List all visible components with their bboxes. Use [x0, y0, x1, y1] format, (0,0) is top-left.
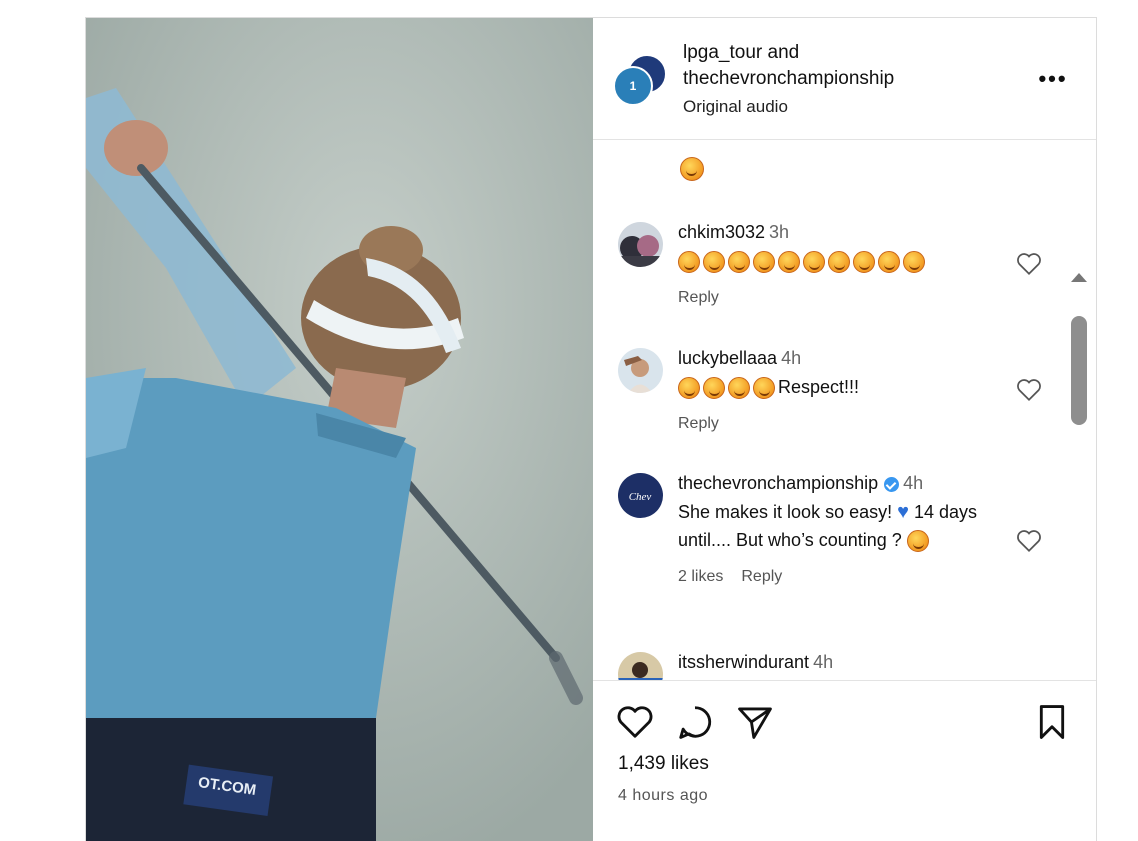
likes-count[interactable]: 1,439 likes: [618, 753, 709, 775]
comment-text: Respect!!!: [678, 373, 1008, 401]
comment-username[interactable]: luckybellaaa: [678, 348, 777, 368]
comment-avatar[interactable]: [618, 652, 663, 680]
post-authors: lpga_tour and thechevronchampionship: [683, 40, 894, 92]
scroll-up-arrow-icon[interactable]: [1071, 273, 1087, 282]
collaborator-username[interactable]: thechevronchampionship: [683, 68, 894, 89]
reply-button[interactable]: Reply: [678, 289, 719, 306]
star-struck-icon: [728, 251, 750, 274]
comment-avatar[interactable]: [618, 348, 663, 393]
star-struck-icon: [828, 251, 850, 274]
comment-username[interactable]: thechevronchampionship: [678, 473, 878, 493]
comments-list[interactable]: chkim3032 3h Reply luckybellaaa 4h Respect…: [593, 140, 1096, 680]
post-timestamp[interactable]: 4 hours ago: [618, 787, 708, 805]
audio-label[interactable]: Original audio: [683, 97, 788, 117]
comment-time[interactable]: 3h: [769, 222, 789, 242]
comment-time[interactable]: 4h: [813, 652, 833, 672]
like-comment-heart-icon[interactable]: [1016, 529, 1042, 553]
like-comment-heart-icon[interactable]: [1016, 252, 1042, 276]
collab-avatars[interactable]: 1: [613, 54, 667, 108]
save-bookmark-icon[interactable]: [1033, 703, 1071, 741]
comment-text-value: Respect!!!: [778, 377, 860, 397]
owner-username[interactable]: lpga_tour: [683, 42, 762, 63]
grinning-sweat-emoji-icon: [906, 530, 929, 553]
star-struck-icon: [878, 251, 900, 274]
comment-username[interactable]: itssherwindurant: [678, 652, 809, 672]
reply-button[interactable]: Reply: [678, 415, 719, 432]
star-struck-icon: [903, 251, 925, 274]
more-options-icon[interactable]: •••: [1033, 64, 1073, 94]
comment-avatar[interactable]: Chev: [618, 473, 663, 518]
reply-button[interactable]: Reply: [741, 568, 782, 585]
post-side-panel: 1 lpga_tour and thechevronchampionship O…: [593, 18, 1096, 841]
star-struck-icon: [778, 251, 800, 274]
star-struck-icon: [753, 251, 775, 274]
star-struck-icon: [678, 251, 700, 274]
post-header: 1 lpga_tour and thechevronchampionship O…: [593, 18, 1096, 140]
comment-time[interactable]: 4h: [781, 348, 801, 368]
share-send-icon[interactable]: [736, 703, 774, 741]
like-comment-heart-icon[interactable]: [1016, 378, 1042, 402]
verified-badge-icon: [884, 476, 900, 492]
comment-username[interactable]: chkim3032: [678, 222, 765, 242]
comment-avatar[interactable]: [618, 222, 663, 267]
comment-likes-count[interactable]: 2 likes: [678, 568, 723, 585]
golfer-photo: [86, 18, 593, 841]
and-text: and: [762, 42, 800, 63]
star-struck-icon: [703, 251, 725, 274]
comment-emojis: [678, 247, 1008, 275]
scrollbar-thumb[interactable]: [1071, 316, 1087, 425]
star-struck-icon: [853, 251, 875, 274]
comment-text: She makes it look so easy! ♥ 14 days unt…: [678, 498, 1008, 554]
blue-heart-icon: ♥: [897, 501, 909, 523]
comment-text-part1: She makes it look so easy!: [678, 502, 893, 522]
post-actions: 1,439 likes 4 hours ago: [593, 680, 1096, 841]
star-struck-icon: [803, 251, 825, 274]
instagram-post: OT.COM 1 lpga_tour and thechevronchampio…: [85, 17, 1097, 841]
winking-emoji-icon: [680, 157, 704, 181]
star-struck-icon: [728, 377, 750, 400]
comment-bubble-icon[interactable]: [676, 703, 714, 741]
lpga-avatar[interactable]: 1: [613, 66, 653, 106]
comment-time[interactable]: 4h: [903, 473, 923, 493]
post-media-image[interactable]: OT.COM: [86, 18, 593, 841]
star-struck-icon: [753, 377, 775, 400]
star-struck-icon: [703, 377, 725, 400]
svg-text:Chev: Chev: [629, 491, 652, 503]
like-heart-icon[interactable]: [616, 703, 654, 741]
star-struck-icon: [678, 377, 700, 400]
